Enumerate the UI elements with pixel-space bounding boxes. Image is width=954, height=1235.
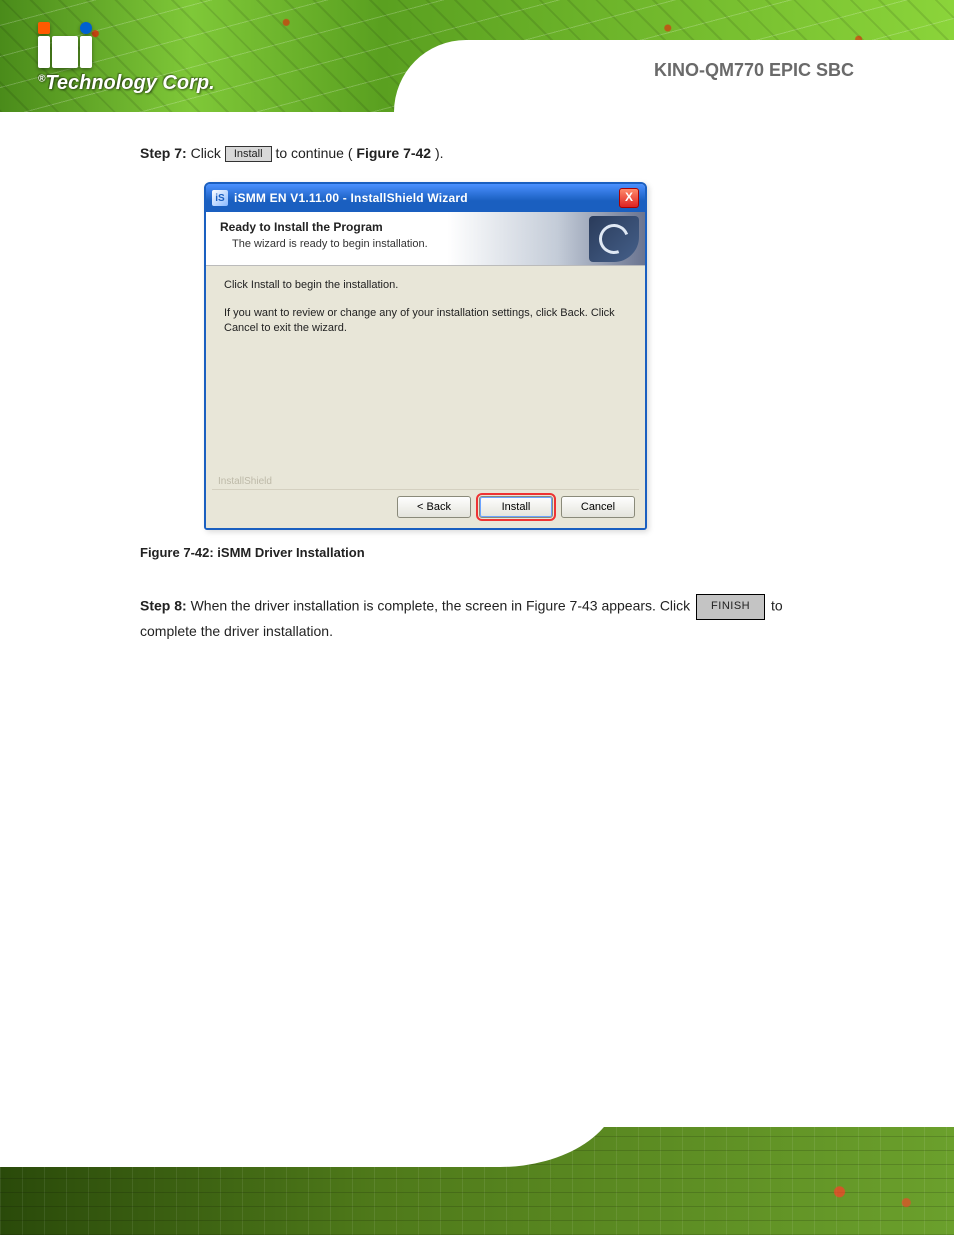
- close-button[interactable]: X: [619, 188, 639, 208]
- dialog-body-line1: Click Install to begin the installation.: [224, 278, 627, 292]
- step7-install-label: Install: [225, 146, 272, 162]
- step7-text-after: ).: [435, 145, 444, 161]
- step7-line: Step 7: Click Install to continue ( Figu…: [140, 145, 444, 162]
- step7-text-middle: to continue (: [275, 145, 352, 161]
- dialog-header: Ready to Install the Program The wizard …: [206, 212, 645, 266]
- figure-caption: Figure 7-42: iSMM Driver Installation: [140, 545, 365, 560]
- installshield-brand: InstallShield: [212, 476, 639, 490]
- dialog-title: iSMM EN V1.11.00 - InstallShield Wizard: [234, 191, 619, 205]
- logo-text: ®Technology Corp.: [38, 72, 215, 95]
- step7-fig-ref: Figure 7-42: [356, 145, 431, 161]
- footer-banner: [0, 1127, 954, 1235]
- step8-finish-label: FINISH: [696, 594, 765, 620]
- dialog-header-title: Ready to Install the Program: [220, 220, 631, 234]
- dialog-body: Click Install to begin the installation.…: [206, 266, 645, 476]
- cancel-button[interactable]: Cancel: [561, 496, 635, 518]
- footer-curve: [0, 1127, 620, 1167]
- step8-block: Step 8: When the driver installation is …: [140, 594, 800, 642]
- header-banner: ®Technology Corp. KINO-QM770 EPIC SBC: [0, 0, 954, 112]
- dialog-footer: < Back Install Cancel: [206, 490, 645, 528]
- installer-icon: iS: [212, 190, 228, 206]
- logo: ®Technology Corp.: [38, 22, 215, 95]
- titlebar[interactable]: iS iSMM EN V1.11.00 - InstallShield Wiza…: [206, 184, 645, 212]
- install-dialog: iS iSMM EN V1.11.00 - InstallShield Wiza…: [204, 182, 647, 530]
- installshield-graphic-icon: [589, 216, 639, 262]
- dialog-header-sub: The wizard is ready to begin installatio…: [220, 238, 631, 250]
- logo-mark: [38, 22, 215, 68]
- step7-text-before: Click: [191, 145, 225, 161]
- step7-label: Step 7:: [140, 145, 187, 161]
- back-button[interactable]: < Back: [397, 496, 471, 518]
- install-button[interactable]: Install: [479, 496, 553, 518]
- doc-subtitle: KINO-QM770 EPIC SBC: [654, 60, 854, 81]
- step8-label: Step 8:: [140, 598, 187, 614]
- step8-text1: When the driver installation is complete…: [191, 598, 691, 614]
- dialog-body-line2: If you want to review or change any of y…: [224, 306, 627, 335]
